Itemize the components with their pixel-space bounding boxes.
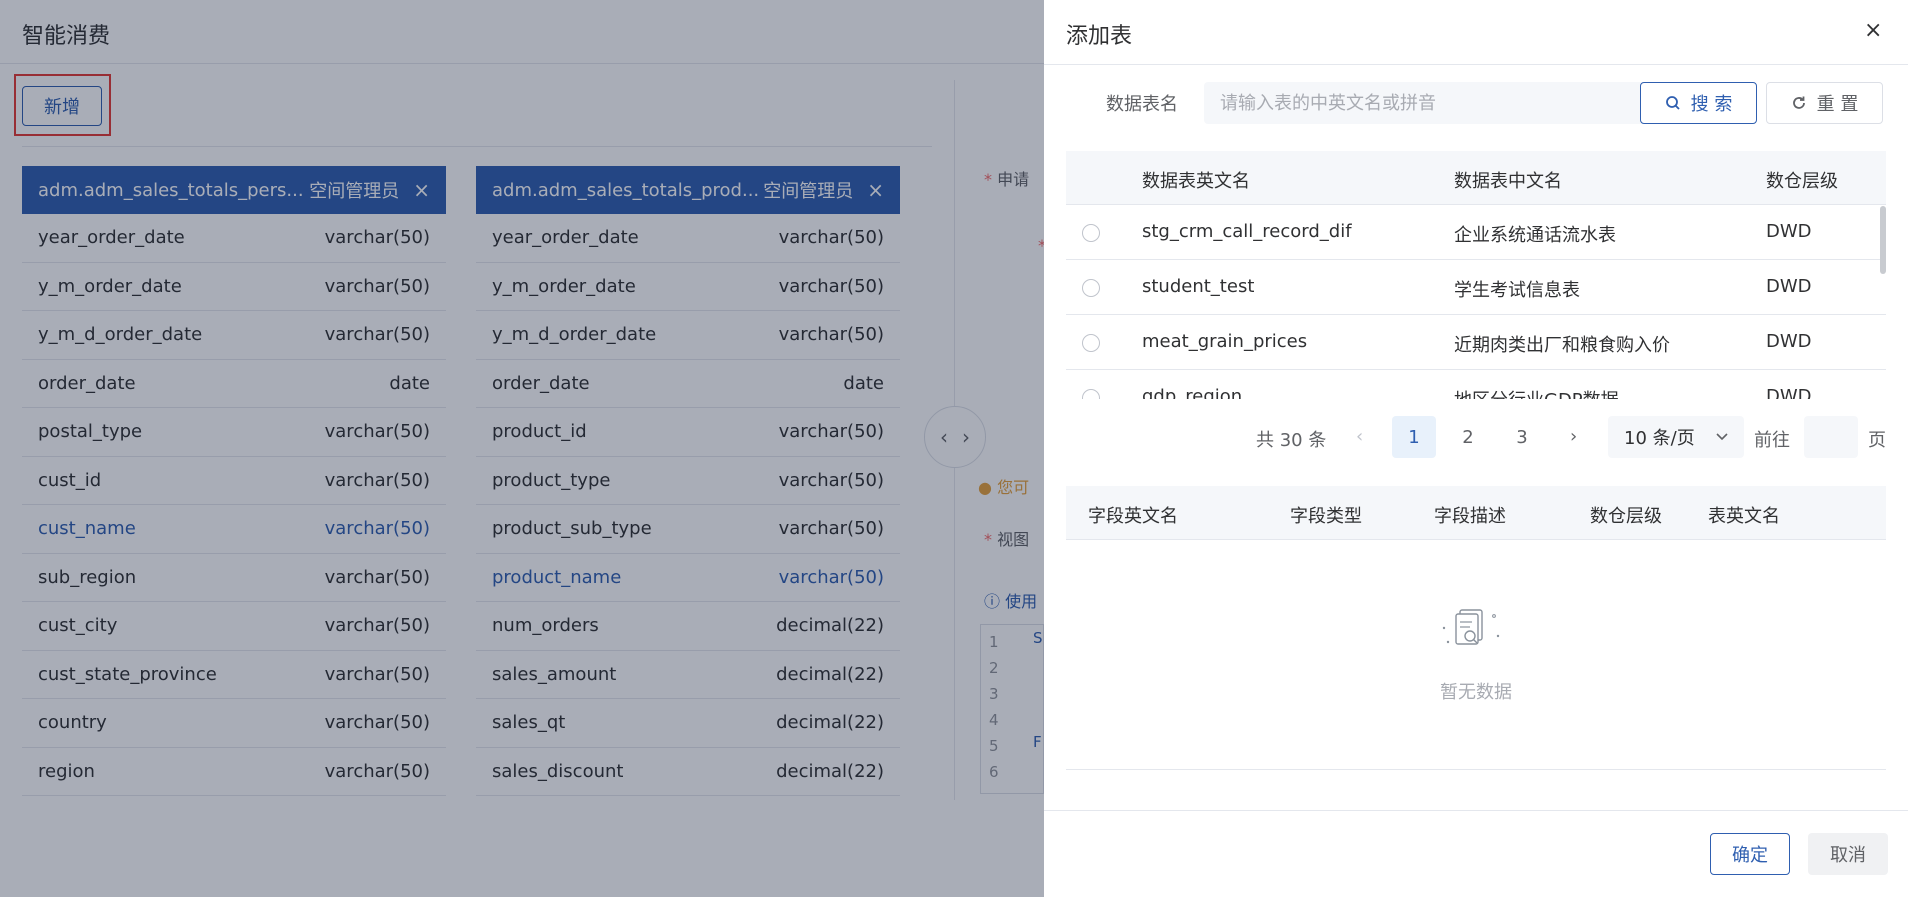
empty-data-icon	[1442, 609, 1500, 645]
page-button[interactable]: 3	[1500, 416, 1544, 458]
table-row[interactable]: stg_crm_call_record_dif 企业系统通话流水表 DWD	[1066, 205, 1886, 260]
empty-data-text: 暂无数据	[1440, 682, 1512, 703]
page-button[interactable]: 1	[1392, 416, 1436, 458]
add-table-drawer: 添加表 × 数据表名 搜 索 重 置 数据表英文名 数据表中文名 数仓层级 st…	[1044, 0, 1908, 897]
table-list-header: 数据表英文名 数据表中文名 数仓层级	[1066, 151, 1886, 205]
column-header: 字段英文名	[1088, 506, 1178, 527]
column-header: 字段类型	[1290, 506, 1362, 527]
pagination-total: 共 30 条	[1256, 430, 1327, 451]
reset-button[interactable]: 重 置	[1766, 82, 1883, 124]
scrollbar[interactable]	[1880, 206, 1886, 274]
search-icon	[1665, 96, 1680, 110]
table-chinese-name: 学生考试信息表	[1454, 280, 1580, 301]
row-radio[interactable]	[1082, 224, 1100, 242]
chevron-right-icon[interactable]: ›	[1570, 426, 1577, 447]
cancel-button[interactable]: 取消	[1808, 833, 1888, 875]
close-icon[interactable]: ×	[1864, 18, 1882, 43]
table-english-name: student_test	[1142, 276, 1255, 297]
page-size-select[interactable]: 10 条/页	[1608, 416, 1744, 458]
goto-label: 前往	[1754, 430, 1790, 451]
warehouse-layer: DWD	[1766, 331, 1812, 352]
divider	[1044, 810, 1908, 811]
pagination: 共 30 条 ‹ 1 2 3 › 10 条/页 前往 页	[1044, 416, 1908, 458]
column-header: 表英文名	[1708, 506, 1780, 527]
modal-overlay[interactable]	[0, 0, 1044, 897]
column-header: 数据表英文名	[1142, 171, 1250, 192]
column-header: 数据表中文名	[1454, 171, 1562, 192]
goto-unit: 页	[1868, 430, 1886, 451]
table-english-name: stg_crm_call_record_dif	[1142, 221, 1352, 242]
search-button[interactable]: 搜 索	[1640, 82, 1757, 124]
warehouse-layer: DWD	[1766, 276, 1812, 297]
drawer-title: 添加表	[1066, 24, 1133, 49]
goto-page-input[interactable]	[1804, 416, 1858, 458]
warehouse-layer: DWD	[1766, 386, 1812, 399]
table-chinese-name: 近期肉类出厂和粮食购入价	[1454, 335, 1670, 356]
table-chinese-name: 地区分行业GDP数据	[1454, 386, 1619, 399]
column-header: 数仓层级	[1590, 506, 1662, 527]
search-label: 数据表名	[1106, 94, 1178, 115]
table-english-name: gdp_region	[1142, 386, 1243, 399]
table-english-name: meat_grain_prices	[1142, 331, 1308, 352]
reset-button-label: 重 置	[1816, 94, 1859, 115]
row-radio[interactable]	[1082, 334, 1100, 352]
divider	[1044, 64, 1908, 65]
table-row[interactable]: meat_grain_prices 近期肉类出厂和粮食购入价 DWD	[1066, 315, 1886, 370]
column-header: 数仓层级	[1766, 171, 1838, 192]
table-list-body: stg_crm_call_record_dif 企业系统通话流水表 DWD stude…	[1066, 205, 1886, 399]
field-table-body: 暂无数据	[1066, 540, 1886, 770]
search-input[interactable]	[1204, 82, 1662, 124]
column-header: 字段描述	[1434, 506, 1506, 527]
table-row[interactable]: gdp_region 地区分行业GDP数据 DWD	[1066, 370, 1886, 399]
page-size-value: 10 条/页	[1624, 428, 1695, 449]
page-button[interactable]: 2	[1446, 416, 1490, 458]
warehouse-layer: DWD	[1766, 221, 1812, 242]
confirm-button[interactable]: 确定	[1710, 833, 1790, 875]
row-radio[interactable]	[1082, 389, 1100, 399]
chevron-down-icon	[1716, 433, 1728, 441]
field-table-header: 字段英文名 字段类型 字段描述 数仓层级 表英文名	[1066, 486, 1886, 540]
chevron-left-icon[interactable]: ‹	[1356, 426, 1363, 447]
refresh-icon	[1792, 96, 1805, 109]
search-button-label: 搜 索	[1690, 94, 1733, 115]
row-radio[interactable]	[1082, 279, 1100, 297]
table-row[interactable]: student_test 学生考试信息表 DWD	[1066, 260, 1886, 315]
table-chinese-name: 企业系统通话流水表	[1454, 225, 1616, 246]
